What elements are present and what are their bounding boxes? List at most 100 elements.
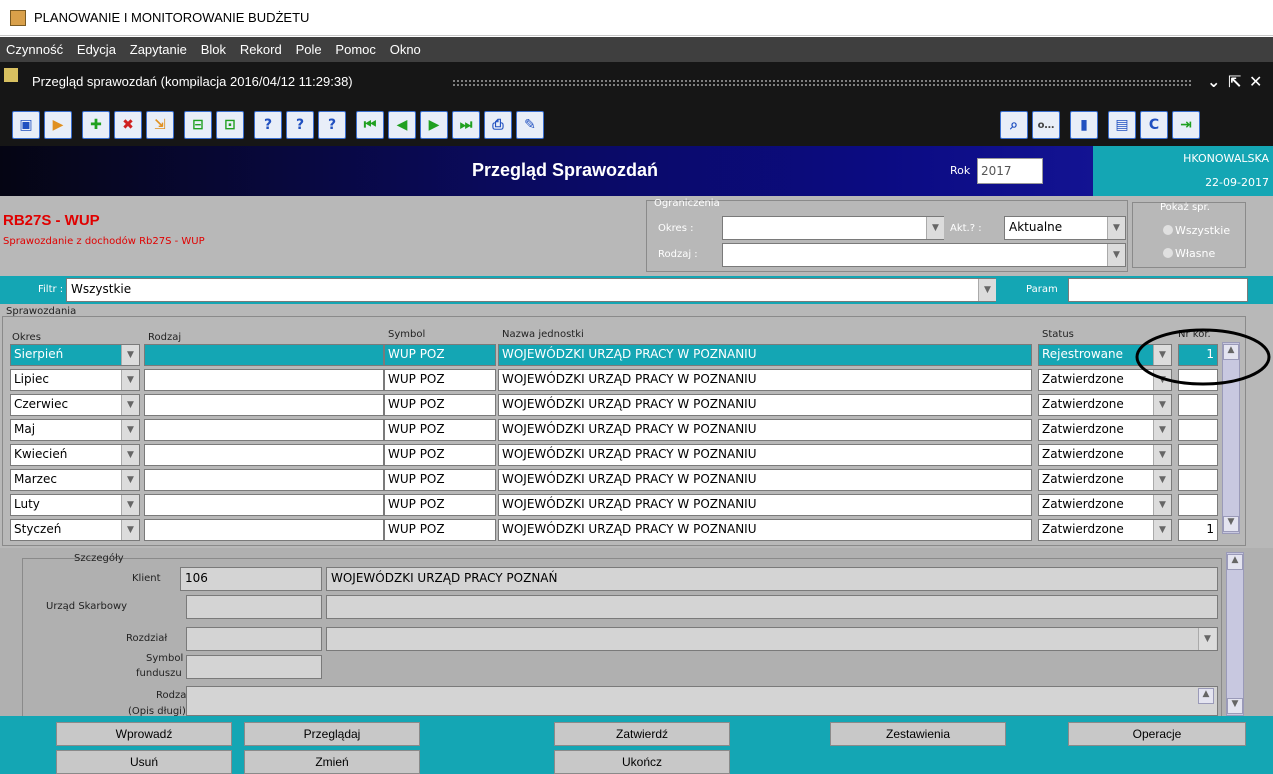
ukoncz-button[interactable]: Ukończ (554, 750, 730, 774)
nazwa-cell[interactable]: WOJEWÓDZKI URZĄD PRACY W POZNANIU (498, 344, 1032, 366)
klient-id-field[interactable]: 106 (180, 567, 322, 591)
chevron-down-icon[interactable]: ▼ (121, 345, 139, 365)
chevron-down-icon[interactable]: ▼ (121, 520, 139, 540)
scroll-down-icon[interactable]: ▼ (1223, 516, 1239, 532)
nazwa-cell[interactable]: WOJEWÓDZKI URZĄD PRACY W POZNANIU (498, 369, 1032, 391)
status-cell[interactable]: Zatwierdzone (1038, 394, 1172, 416)
menu-pole[interactable]: Pole (296, 37, 322, 62)
nrkor-cell[interactable] (1178, 469, 1218, 491)
menu-czynnosc[interactable]: Czynność (6, 37, 63, 62)
radio-wszystkie[interactable]: Wszystkie (1163, 224, 1230, 237)
first-record-icon[interactable]: ⏮ (356, 111, 384, 139)
chevron-down-icon[interactable]: ▼ (121, 445, 139, 465)
chevron-down-icon[interactable]: ▼ (1153, 470, 1171, 490)
details-scrollbar[interactable] (1226, 552, 1244, 716)
menu-zapytanie[interactable]: Zapytanie (130, 37, 187, 62)
chevron-down-icon[interactable]: ▼ (121, 395, 139, 415)
operacje-button[interactable]: Operacje (1068, 722, 1246, 746)
symbol-cell[interactable]: WUP POZ (384, 519, 496, 541)
chevron-down-icon[interactable]: ▼ (121, 495, 139, 515)
param-field[interactable] (1068, 278, 1248, 302)
filter-select[interactable]: Wszystkie (66, 278, 996, 302)
edit-icon[interactable]: ✎ (516, 111, 544, 139)
previous-record-icon[interactable]: ◀ (388, 111, 416, 139)
chevron-down-icon[interactable]: ▼ (121, 370, 139, 390)
exit-form-icon[interactable]: ⇥ (1172, 111, 1200, 139)
chevron-down-icon[interactable]: ▼ (1153, 445, 1171, 465)
urzad-skarbowy-name-field[interactable] (326, 595, 1218, 619)
clear-record-icon[interactable]: ⊡ (216, 111, 244, 139)
klient-name-field[interactable]: WOJEWÓDZKI URZĄD PRACY POZNAŃ (326, 567, 1218, 591)
nrkor-cell[interactable] (1178, 394, 1218, 416)
urzad-skarbowy-id-field[interactable] (186, 595, 322, 619)
zatwierdz-button[interactable]: Zatwierdź (554, 722, 730, 746)
scroll-up-icon[interactable]: ▲ (1227, 554, 1243, 570)
last-record-icon[interactable]: ⏭ (452, 111, 480, 139)
rodzaj-opis-field[interactable] (186, 686, 1218, 716)
chevron-down-icon[interactable]: ▼ (121, 470, 139, 490)
minimize-icon[interactable]: ⌄ (1207, 72, 1220, 91)
menu-okno[interactable]: Okno (390, 37, 421, 62)
execute-query-icon[interactable]: ? (286, 111, 314, 139)
more-icon[interactable]: o… (1032, 111, 1060, 139)
zestawienia-button[interactable]: Zestawienia (830, 722, 1006, 746)
rok-field[interactable]: 2017 (977, 158, 1043, 184)
okres-filter-select[interactable] (722, 216, 944, 240)
rozdzial-select[interactable] (326, 627, 1218, 651)
rodzaj-cell[interactable] (144, 469, 384, 491)
nazwa-cell[interactable]: WOJEWÓDZKI URZĄD PRACY W POZNANIU (498, 444, 1032, 466)
chevron-down-icon[interactable]: ▼ (1153, 520, 1171, 540)
count-query-icon[interactable]: ? (318, 111, 346, 139)
chevron-down-icon[interactable]: ▼ (978, 279, 996, 301)
close-icon[interactable]: ✕ (1249, 72, 1262, 91)
zmien-button[interactable]: Zmień (244, 750, 420, 774)
symbol-funduszu-field[interactable] (186, 655, 322, 679)
menu-pomoc[interactable]: Pomoc (335, 37, 375, 62)
chevron-down-icon[interactable]: ▼ (1153, 420, 1171, 440)
nazwa-cell[interactable]: WOJEWÓDZKI URZĄD PRACY W POZNANIU (498, 494, 1032, 516)
chevron-down-icon[interactable]: ▼ (926, 217, 944, 239)
symbol-cell[interactable]: WUP POZ (384, 494, 496, 516)
rodzaj-cell[interactable] (144, 394, 384, 416)
chevron-down-icon[interactable]: ▼ (1153, 395, 1171, 415)
status-cell[interactable]: Zatwierdzone (1038, 519, 1172, 541)
preview-icon[interactable]: ⌕ (1000, 111, 1028, 139)
chevron-down-icon[interactable]: ▼ (1107, 244, 1125, 266)
symbol-cell[interactable]: WUP POZ (384, 419, 496, 441)
calc-icon[interactable]: C (1140, 111, 1168, 139)
nazwa-cell[interactable]: WOJEWÓDZKI URZĄD PRACY W POZNANIU (498, 419, 1032, 441)
scroll-down-icon[interactable]: ▼ (1227, 698, 1243, 714)
rodzaj-cell[interactable] (144, 369, 384, 391)
przegladaj-button[interactable]: Przeglądaj (244, 722, 420, 746)
rodzaj-cell[interactable] (144, 444, 384, 466)
menu-rekord[interactable]: Rekord (240, 37, 282, 62)
menu-edycja[interactable]: Edycja (77, 37, 116, 62)
scroll-up-icon[interactable]: ▲ (1198, 688, 1214, 704)
symbol-cell[interactable]: WUP POZ (384, 344, 496, 366)
usun-button[interactable]: Usuń (56, 750, 232, 774)
next-record-icon[interactable]: ▶ (420, 111, 448, 139)
save-icon[interactable]: ▣ (12, 111, 40, 139)
enter-query-icon[interactable]: ? (254, 111, 282, 139)
maximize-icon[interactable]: ⇱ (1228, 72, 1241, 91)
nrkor-cell[interactable] (1178, 494, 1218, 516)
symbol-cell[interactable]: WUP POZ (384, 369, 496, 391)
status-cell[interactable]: Zatwierdzone (1038, 494, 1172, 516)
rodzaj-cell[interactable] (144, 344, 384, 366)
delete-record-icon[interactable]: ✖ (114, 111, 142, 139)
nrkor-cell[interactable] (1178, 444, 1218, 466)
symbol-cell[interactable]: WUP POZ (384, 394, 496, 416)
menu-blok[interactable]: Blok (201, 37, 226, 62)
rozdzial-id-field[interactable] (186, 627, 322, 651)
exit-icon[interactable]: ▶ (44, 111, 72, 139)
document-icon[interactable]: ▮ (1070, 111, 1098, 139)
duplicate-record-icon[interactable]: ⇲ (146, 111, 174, 139)
nazwa-cell[interactable]: WOJEWÓDZKI URZĄD PRACY W POZNANIU (498, 519, 1032, 541)
status-cell[interactable]: Zatwierdzone (1038, 444, 1172, 466)
chevron-down-icon[interactable]: ▼ (121, 420, 139, 440)
window-icon[interactable]: ▤ (1108, 111, 1136, 139)
rodzaj-cell[interactable] (144, 494, 384, 516)
rodzaj-cell[interactable] (144, 419, 384, 441)
print-icon[interactable]: ⎙ (484, 111, 512, 139)
nrkor-cell[interactable] (1178, 419, 1218, 441)
